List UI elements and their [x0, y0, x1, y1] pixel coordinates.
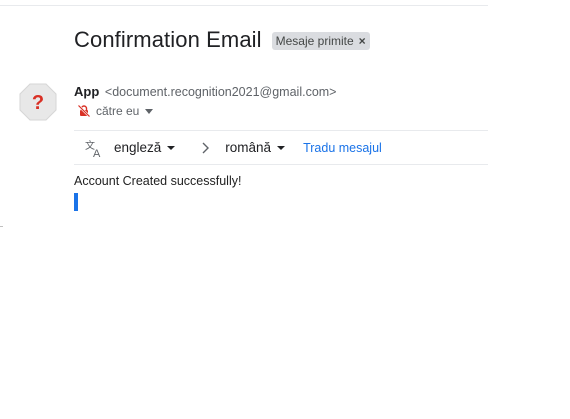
label-text: Mesaje primite: [275, 34, 354, 48]
arrow-right-icon: [202, 142, 210, 153]
question-mark-icon: ?: [19, 83, 57, 121]
remove-label-icon[interactable]: ×: [359, 32, 366, 50]
target-language-label: română: [225, 140, 272, 155]
svg-text:A: A: [93, 148, 101, 158]
sender-line: App <document.recognition2021@gmail.com>: [74, 84, 336, 99]
unencrypted-lock-icon: [77, 104, 91, 118]
inbox-label-chip[interactable]: Mesaje primite ×: [271, 32, 370, 50]
svg-text:?: ?: [32, 92, 44, 114]
email-body: Account Created successfully!: [74, 174, 242, 188]
recipient-text: către eu: [96, 104, 140, 118]
email-subject: Confirmation Email: [74, 27, 262, 52]
source-language-dropdown[interactable]: engleză: [114, 140, 176, 155]
chevron-down-icon: [167, 145, 176, 150]
source-language-label: engleză: [114, 140, 162, 155]
text-cursor: [74, 193, 78, 211]
edge-mark: [0, 226, 3, 227]
target-language-dropdown[interactable]: română: [225, 140, 286, 155]
chevron-down-icon: [277, 145, 286, 150]
sender-name[interactable]: App: [74, 84, 99, 99]
subject-row: Confirmation Email Mesaje primite ×: [74, 27, 370, 53]
sender-email: <document.recognition2021@gmail.com>: [104, 85, 337, 99]
translate-message-link[interactable]: Tradu mesajul: [303, 141, 382, 155]
recipient-details-caret-icon[interactable]: [145, 108, 154, 114]
recipient-line[interactable]: către eu: [77, 104, 154, 118]
top-divider: [0, 5, 488, 6]
translate-bar: 文 A engleză română Tradu mesajul: [74, 130, 488, 165]
translate-icon: 文 A: [85, 139, 101, 158]
